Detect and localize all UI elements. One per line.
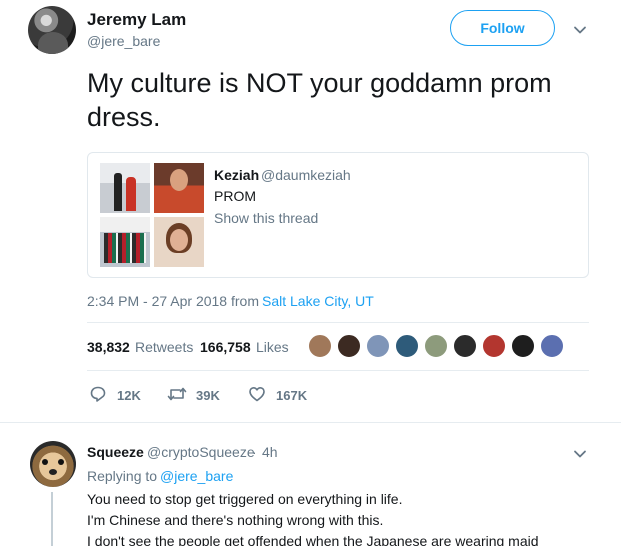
reply-count[interactable]: 12K bbox=[117, 388, 141, 403]
tweet-timestamp[interactable]: 2:34 PM - 27 Apr 2018 from bbox=[87, 293, 259, 309]
replying-to-label: Replying to bbox=[87, 468, 158, 484]
reply-icon bbox=[90, 386, 106, 402]
like-count[interactable]: 167K bbox=[276, 388, 307, 403]
liker-avatar[interactable] bbox=[540, 334, 564, 358]
reply-text-line: I'm Chinese and there's nothing wrong wi… bbox=[87, 512, 384, 528]
quoted-author-name: Keziah bbox=[214, 167, 260, 183]
liker-avatar[interactable] bbox=[424, 334, 448, 358]
heart-icon bbox=[249, 387, 265, 402]
quoted-author-handle: @daumkeziah bbox=[261, 167, 351, 183]
show-thread-link[interactable]: Show this thread bbox=[214, 210, 318, 226]
media-thumbnail[interactable] bbox=[154, 217, 204, 267]
reply-author-name[interactable]: Squeeze bbox=[87, 444, 144, 460]
retweet-icon bbox=[167, 387, 187, 401]
reply-author-avatar[interactable] bbox=[30, 441, 76, 487]
like-action[interactable] bbox=[248, 385, 268, 403]
liker-avatar[interactable] bbox=[395, 334, 419, 358]
liker-avatar[interactable] bbox=[482, 334, 506, 358]
retweet-action[interactable] bbox=[167, 385, 187, 403]
chevron-down-icon[interactable] bbox=[572, 22, 588, 38]
author-handle[interactable]: @jere_bare bbox=[87, 33, 160, 49]
reply-author-handle[interactable]: @cryptoSqueeze bbox=[147, 444, 255, 460]
divider bbox=[87, 370, 589, 371]
liker-avatar[interactable] bbox=[511, 334, 535, 358]
liker-avatar[interactable] bbox=[453, 334, 477, 358]
main-tweet: Jeremy Lam @jere_bare Follow My culture … bbox=[0, 0, 621, 546]
follow-button[interactable]: Follow bbox=[450, 10, 555, 46]
likes-label[interactable]: Likes bbox=[256, 339, 289, 355]
replying-to-mention[interactable]: @jere_bare bbox=[160, 468, 233, 484]
media-thumbnail[interactable] bbox=[154, 163, 204, 213]
reply-action[interactable] bbox=[89, 385, 109, 403]
author-name[interactable]: Jeremy Lam bbox=[87, 10, 186, 30]
author-avatar[interactable] bbox=[28, 6, 76, 54]
quoted-tweet-card[interactable]: Keziah @daumkeziah PROM Show this thread bbox=[87, 152, 589, 278]
divider bbox=[0, 422, 621, 423]
media-thumbnail[interactable] bbox=[100, 217, 150, 267]
retweets-count[interactable]: 38,832 bbox=[87, 339, 130, 355]
reply-text-line: I don't see the people get offended when… bbox=[87, 533, 539, 546]
chevron-down-icon[interactable] bbox=[572, 446, 588, 462]
quoted-text: PROM bbox=[214, 188, 256, 204]
liker-avatar[interactable] bbox=[337, 334, 361, 358]
liker-avatar[interactable] bbox=[366, 334, 390, 358]
tweet-text: My culture is NOT your goddamn prom dres… bbox=[87, 68, 552, 132]
quoted-media-grid[interactable] bbox=[100, 163, 204, 267]
thread-connector-line bbox=[51, 492, 53, 546]
tweet-location-link[interactable]: Salt Lake City, UT bbox=[262, 293, 374, 309]
liker-avatar[interactable] bbox=[308, 334, 332, 358]
reply-text-line: You need to stop get triggered on everyt… bbox=[87, 491, 403, 507]
likes-count[interactable]: 166,758 bbox=[200, 339, 251, 355]
retweets-label[interactable]: Retweets bbox=[135, 339, 193, 355]
media-thumbnail[interactable] bbox=[100, 163, 150, 213]
divider bbox=[87, 322, 589, 323]
retweet-count[interactable]: 39K bbox=[196, 388, 220, 403]
separator-dot: · bbox=[252, 444, 257, 460]
reply-time[interactable]: 4h bbox=[262, 444, 278, 460]
